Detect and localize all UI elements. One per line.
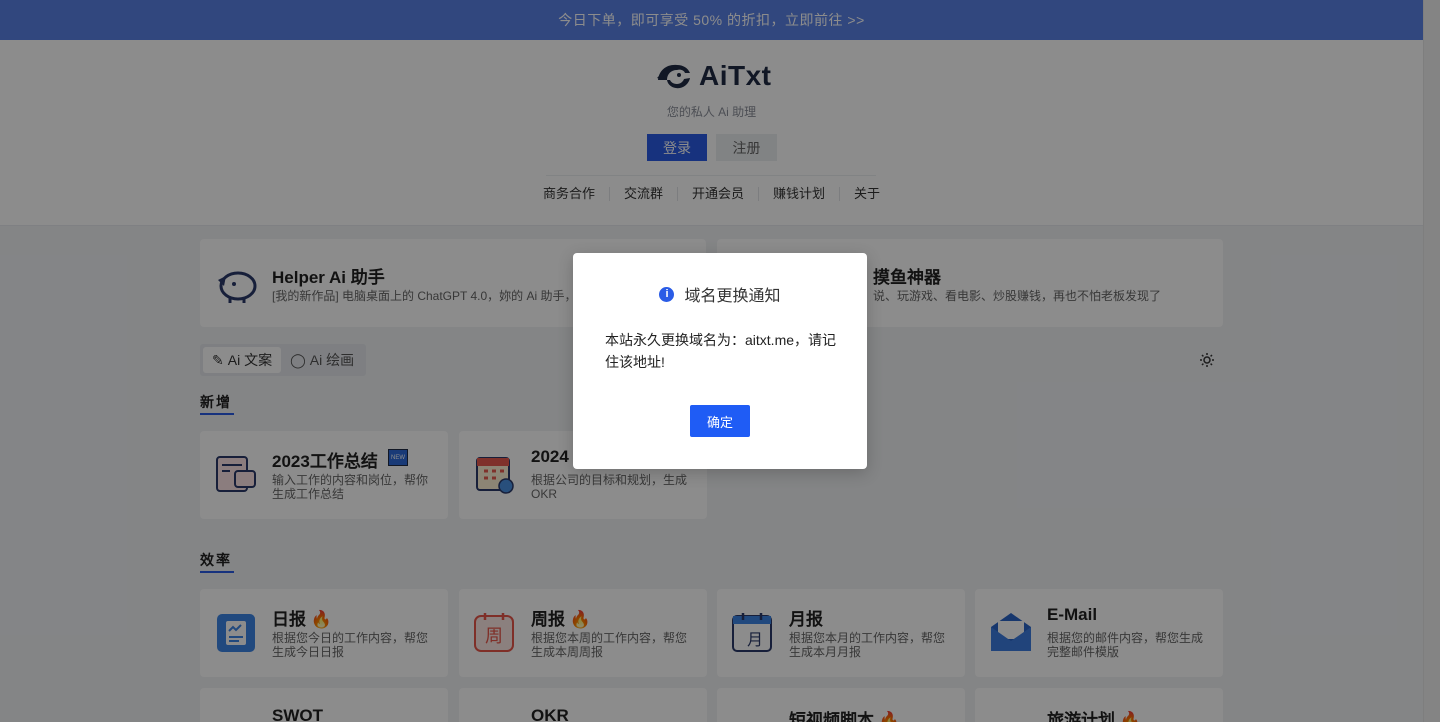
dialog-header: i 域名更换通知 xyxy=(573,282,867,306)
info-icon: i xyxy=(659,286,675,302)
domain-change-dialog: i 域名更换通知 本站永久更换域名为：aitxt.me，请记住该地址! 确定 xyxy=(573,253,867,469)
confirm-button[interactable]: 确定 xyxy=(690,405,750,437)
dialog-message: 本站永久更换域名为：aitxt.me，请记住该地址! xyxy=(605,332,837,370)
dialog-title: 域名更换通知 xyxy=(684,288,781,305)
